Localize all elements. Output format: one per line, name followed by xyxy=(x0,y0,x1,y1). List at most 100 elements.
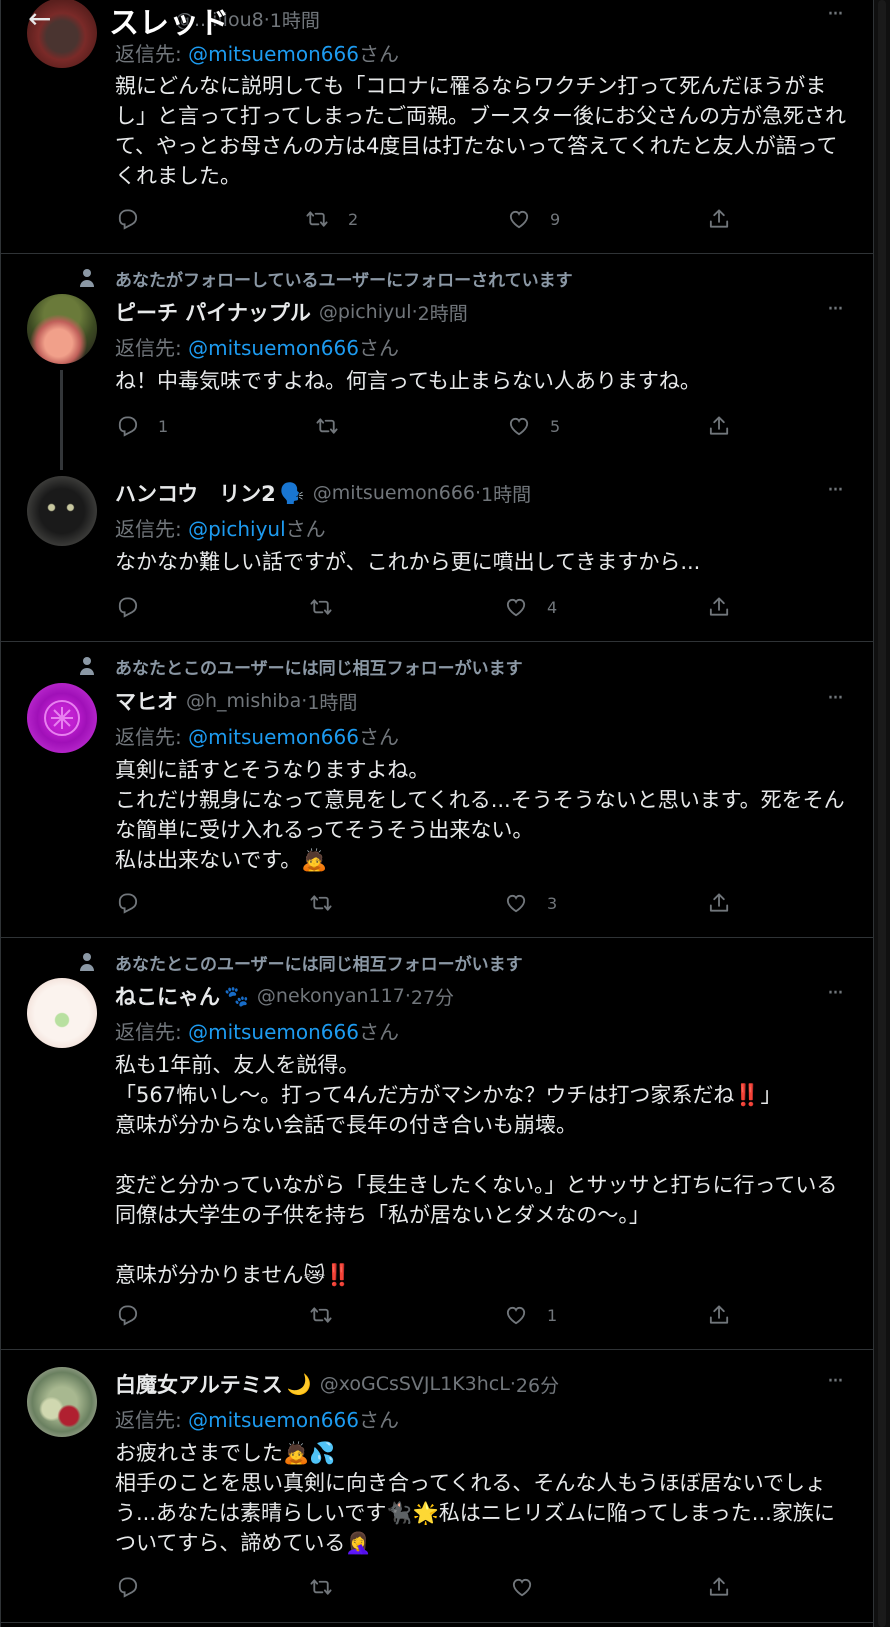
reply-button[interactable] xyxy=(115,207,140,232)
retweet-button[interactable]: 2 xyxy=(305,207,358,232)
retweet-button[interactable] xyxy=(309,1575,334,1600)
share-button[interactable] xyxy=(707,595,732,620)
reply-suffix: さん xyxy=(358,725,399,749)
more-icon[interactable]: ··· xyxy=(827,1369,844,1394)
reply-prefix: 返信先: xyxy=(115,725,189,749)
like-button[interactable]: 1 xyxy=(504,1303,557,1328)
reply-button[interactable] xyxy=(115,1303,140,1328)
action-bar: 1 xyxy=(1,1303,875,1333)
retweet-icon xyxy=(306,211,328,227)
mention-link[interactable]: @mitsuemon666 xyxy=(188,1408,359,1432)
top-bar: ← スレッド xyxy=(1,0,875,50)
action-bar: 3 xyxy=(1,891,875,921)
reply-count: 1 xyxy=(158,417,169,436)
scrollbar[interactable] xyxy=(874,0,890,1627)
like-count: 9 xyxy=(550,210,561,229)
avatar[interactable] xyxy=(27,683,97,753)
share-icon xyxy=(709,893,729,912)
like-button[interactable]: 4 xyxy=(504,595,557,620)
reply-icon xyxy=(118,209,138,230)
tweet-header: ねこにゃん 🐾 @nekonyan117 · 27分 xyxy=(115,981,454,1011)
retweet-button[interactable] xyxy=(309,891,334,916)
divider xyxy=(1,641,875,642)
reply-to-line: 返信先: @mitsuemon666さん xyxy=(115,1404,399,1433)
user-handle[interactable]: @h_mishiba xyxy=(186,690,301,712)
reply-icon xyxy=(118,597,138,618)
reply-icon xyxy=(118,1577,138,1598)
share-button[interactable] xyxy=(707,891,732,916)
user-handle[interactable]: @mitsuemon666 xyxy=(313,482,475,504)
retweet-button[interactable] xyxy=(315,414,340,439)
avatar[interactable] xyxy=(27,1367,97,1437)
retweet-button[interactable] xyxy=(309,1303,334,1328)
mention-link[interactable]: @mitsuemon666 xyxy=(188,1020,359,1044)
share-button[interactable] xyxy=(707,1575,732,1600)
user-name[interactable]: マヒオ xyxy=(115,686,178,716)
more-icon[interactable]: ··· xyxy=(827,478,844,503)
reply-prefix: 返信先: xyxy=(115,336,189,360)
user-name[interactable]: ハンコウ リン2 xyxy=(115,478,276,508)
reply-icon xyxy=(118,1305,138,1326)
share-icon xyxy=(709,1305,729,1324)
mention-link[interactable]: @mitsuemon666 xyxy=(188,336,359,360)
avatar[interactable] xyxy=(27,476,97,546)
timestamp[interactable]: 2時間 xyxy=(418,299,468,326)
share-button[interactable] xyxy=(707,414,732,439)
reply-button[interactable]: 1 xyxy=(115,414,168,439)
like-count: 4 xyxy=(547,598,558,617)
reply-prefix: 返信先: xyxy=(115,1408,189,1432)
retweet-icon xyxy=(316,418,338,434)
user-handle[interactable]: @xoGCsSVJL1K3hcL xyxy=(320,1373,510,1395)
user-handle[interactable]: @nekonyan117 xyxy=(257,985,405,1007)
divider xyxy=(1,1622,875,1623)
mention-link[interactable]: @mitsuemon666 xyxy=(188,725,359,749)
social-context-text: あなたとこのユーザーには同じ相互フォローがいます xyxy=(115,955,523,975)
speaking-head-emoji: 🗣️ xyxy=(279,481,305,505)
like-icon xyxy=(509,210,529,229)
scrollbar-thumb[interactable] xyxy=(878,0,886,1627)
retweet-button[interactable] xyxy=(309,595,334,620)
share-icon xyxy=(709,597,729,616)
reply-icon xyxy=(118,416,138,437)
tweet-text: ね！中毒気味ですよね。何言っても止まらない人ありますね。 xyxy=(115,369,701,393)
share-button[interactable] xyxy=(707,1303,732,1328)
more-icon[interactable]: ··· xyxy=(827,297,844,322)
like-icon xyxy=(506,894,526,913)
more-icon[interactable]: ··· xyxy=(827,686,844,711)
like-button[interactable]: 5 xyxy=(507,414,560,439)
person-icon xyxy=(80,657,94,675)
timestamp[interactable]: 1時間 xyxy=(307,688,357,715)
reply-button[interactable] xyxy=(115,891,140,916)
social-context-text: あなたとこのユーザーには同じ相互フォローがいます xyxy=(115,659,523,679)
tweet-text: お疲れさまでした🙇💦 相手のことを思い真剣に向き合ってくれる、そんな人もうほぼ居… xyxy=(115,1441,835,1555)
share-icon xyxy=(709,209,729,228)
reply-prefix: 返信先: xyxy=(115,1020,189,1044)
user-handle[interactable]: @pichiyul xyxy=(319,301,412,323)
like-button[interactable]: 3 xyxy=(504,891,557,916)
reply-button[interactable] xyxy=(115,595,140,620)
mention-link[interactable]: @pichiyul xyxy=(188,517,286,541)
tweet-text: 真剣に話すとそうなりますよね。 これだけ親身になって意見をしてくれる...そうそ… xyxy=(115,758,845,872)
more-icon[interactable]: ··· xyxy=(827,981,844,1006)
social-context: あなたとこのユーザーには同じ相互フォローがいます xyxy=(80,950,523,975)
timestamp[interactable]: 1時間 xyxy=(481,480,531,507)
avatar[interactable] xyxy=(27,978,97,1048)
user-name[interactable]: 白魔女アルテミス xyxy=(115,1369,283,1399)
user-name[interactable]: ねこにゃん xyxy=(115,981,220,1011)
social-context: あなたとこのユーザーには同じ相互フォローがいます xyxy=(80,654,523,679)
user-name[interactable]: ピーチ パイナップル xyxy=(115,297,311,327)
reply-suffix: さん xyxy=(358,1408,399,1432)
timestamp[interactable]: 26分 xyxy=(516,1371,559,1398)
avatar[interactable] xyxy=(27,294,97,364)
like-button[interactable] xyxy=(510,1575,535,1600)
timestamp[interactable]: 27分 xyxy=(411,983,454,1010)
action-bar xyxy=(1,1575,875,1605)
tweet-header: マヒオ @h_mishiba · 1時間 xyxy=(115,686,357,716)
back-arrow-icon[interactable]: ← xyxy=(28,2,51,35)
share-button[interactable] xyxy=(707,207,732,232)
like-button[interactable]: 9 xyxy=(507,207,560,232)
retweet-count: 2 xyxy=(348,210,359,229)
emblem-icon xyxy=(44,700,80,736)
like-icon xyxy=(512,1578,532,1597)
reply-button[interactable] xyxy=(115,1575,140,1600)
